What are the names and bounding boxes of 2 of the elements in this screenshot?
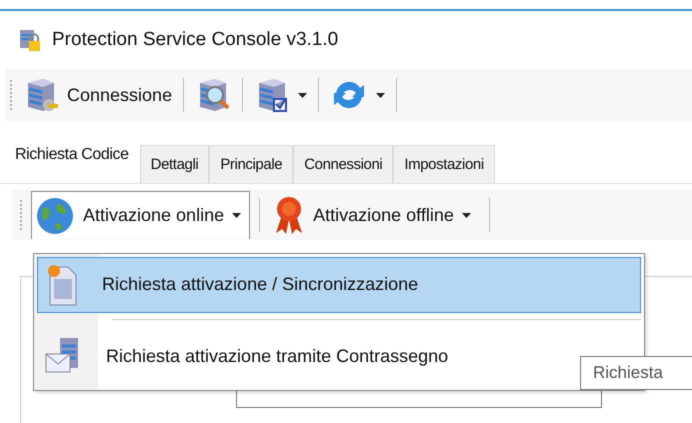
tooltip: Richiesta bbox=[580, 356, 692, 390]
window-title: Protection Service Console v3.1.0 bbox=[52, 29, 338, 51]
